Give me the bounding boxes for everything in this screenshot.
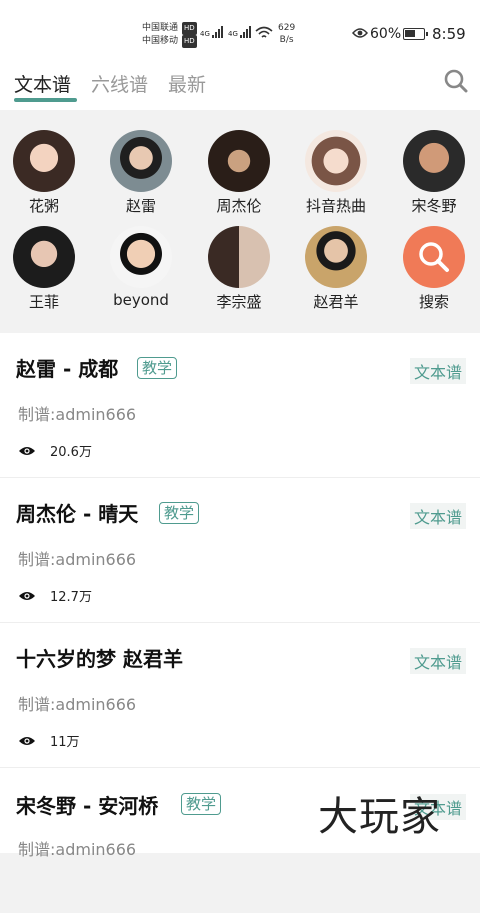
teaching-tag: 教学 bbox=[137, 357, 178, 379]
song-title: 周杰伦 - 晴天 bbox=[16, 502, 139, 526]
tab-latest[interactable]: 最新 bbox=[168, 70, 206, 97]
net-speed: 629 B/s bbox=[278, 23, 296, 45]
avatar bbox=[208, 130, 270, 192]
song-author: 制谱:admin666 bbox=[18, 840, 137, 859]
carrier-1: 中国联通 bbox=[142, 23, 179, 33]
avatar bbox=[110, 130, 172, 192]
view-count: 20.6万 bbox=[18, 441, 92, 460]
signal-icon: 4G bbox=[200, 26, 223, 38]
artist-name: 抖音热曲 bbox=[305, 197, 366, 215]
teaching-tag: 教学 bbox=[159, 502, 200, 524]
artist-item[interactable]: beyond bbox=[101, 226, 181, 309]
hd-badge: HD bbox=[182, 22, 197, 35]
avatar bbox=[208, 226, 270, 288]
search-button-circle bbox=[403, 226, 465, 288]
avatar bbox=[305, 130, 367, 192]
song-title: 十六岁的梦 赵君羊 bbox=[16, 647, 183, 671]
eye-icon bbox=[19, 446, 35, 455]
type-badge: 文本谱 bbox=[409, 358, 466, 384]
song-title: 宋冬野 - 安河桥 bbox=[16, 794, 159, 818]
watermark-logo: 大玩家 bbox=[318, 794, 441, 840]
views-number: 20.6万 bbox=[50, 445, 92, 460]
tab-bar: 文本谱 六线谱 最新 bbox=[0, 60, 480, 110]
artist-item[interactable]: 李宗盛 bbox=[199, 226, 279, 312]
artist-search[interactable]: 搜索 bbox=[394, 226, 474, 312]
signal-icon: 4G bbox=[228, 26, 251, 38]
eye-comfort-icon bbox=[352, 28, 368, 38]
battery-icon bbox=[403, 28, 428, 40]
view-count: 12.7万 bbox=[18, 586, 92, 605]
artist-name: 周杰伦 bbox=[216, 197, 262, 215]
search-icon[interactable] bbox=[444, 69, 468, 93]
song-list: 赵雷 - 成都 教学 文本谱 制谱:admin666 20.6万 周杰伦 - 晴… bbox=[0, 333, 480, 859]
avatar bbox=[13, 130, 75, 192]
active-tab-indicator bbox=[14, 98, 77, 102]
artist-grid: 花粥 赵雷 周杰伦 抖音热曲 宋冬野 王菲 beyond 李宗盛 赵君羊 搜索 bbox=[0, 118, 480, 326]
teaching-tag: 教学 bbox=[181, 793, 222, 815]
artist-name: 花粥 bbox=[28, 197, 59, 215]
song-title: 赵雷 - 成都 bbox=[16, 357, 119, 381]
hd-badge: HD bbox=[182, 35, 197, 48]
eye-icon bbox=[19, 736, 35, 745]
artist-name: 赵雷 bbox=[125, 197, 156, 215]
status-bar: 中国联通 HD 中国移动 HD 4G 4G 629 B/s 60% 8:59 bbox=[0, 0, 480, 60]
views-number: 11万 bbox=[50, 735, 80, 750]
song-card[interactable]: 十六岁的梦 赵君羊 文本谱 制谱:admin666 11万 bbox=[0, 623, 480, 768]
avatar bbox=[13, 226, 75, 288]
artist-item[interactable]: 王菲 bbox=[4, 226, 84, 312]
song-card[interactable]: 周杰伦 - 晴天 教学 文本谱 制谱:admin666 12.7万 bbox=[0, 478, 480, 623]
type-badge: 文本谱 bbox=[409, 648, 466, 674]
artist-item[interactable]: 赵雷 bbox=[101, 130, 181, 216]
type-badge: 文本谱 bbox=[409, 503, 466, 529]
artist-name: 宋冬野 bbox=[411, 197, 457, 215]
song-card[interactable]: 赵雷 - 成都 教学 文本谱 制谱:admin666 20.6万 bbox=[0, 333, 480, 478]
avatar bbox=[305, 226, 367, 288]
artist-name: 赵君羊 bbox=[313, 293, 359, 311]
tab-guitar-tabs[interactable]: 六线谱 bbox=[91, 70, 148, 97]
avatar bbox=[110, 226, 172, 288]
song-author: 制谱:admin666 bbox=[18, 695, 137, 714]
artist-name: 李宗盛 bbox=[216, 293, 262, 311]
song-author: 制谱:admin666 bbox=[18, 550, 137, 569]
clock: 8:59 bbox=[432, 25, 466, 43]
artist-name: beyond bbox=[113, 291, 169, 309]
carrier-2: 中国移动 bbox=[142, 36, 179, 46]
tab-text-tabs[interactable]: 文本谱 bbox=[14, 70, 71, 97]
artist-item[interactable]: 赵君羊 bbox=[296, 226, 376, 312]
carrier-info: 中国联通 HD 中国移动 HD bbox=[142, 22, 197, 48]
artist-name: 王菲 bbox=[28, 293, 59, 311]
views-number: 12.7万 bbox=[50, 590, 92, 605]
search-icon bbox=[419, 242, 449, 272]
artist-item[interactable]: 抖音热曲 bbox=[296, 130, 376, 216]
view-count: 11万 bbox=[18, 731, 80, 750]
artist-name: 搜索 bbox=[418, 293, 449, 311]
song-author: 制谱:admin666 bbox=[18, 405, 137, 424]
artist-item[interactable]: 周杰伦 bbox=[199, 130, 279, 216]
wifi-icon bbox=[255, 26, 273, 38]
artist-item[interactable]: 花粥 bbox=[4, 130, 84, 216]
battery-percent: 60% bbox=[370, 26, 402, 42]
avatar bbox=[403, 130, 465, 192]
artist-item[interactable]: 宋冬野 bbox=[394, 130, 474, 216]
eye-icon bbox=[19, 591, 35, 600]
